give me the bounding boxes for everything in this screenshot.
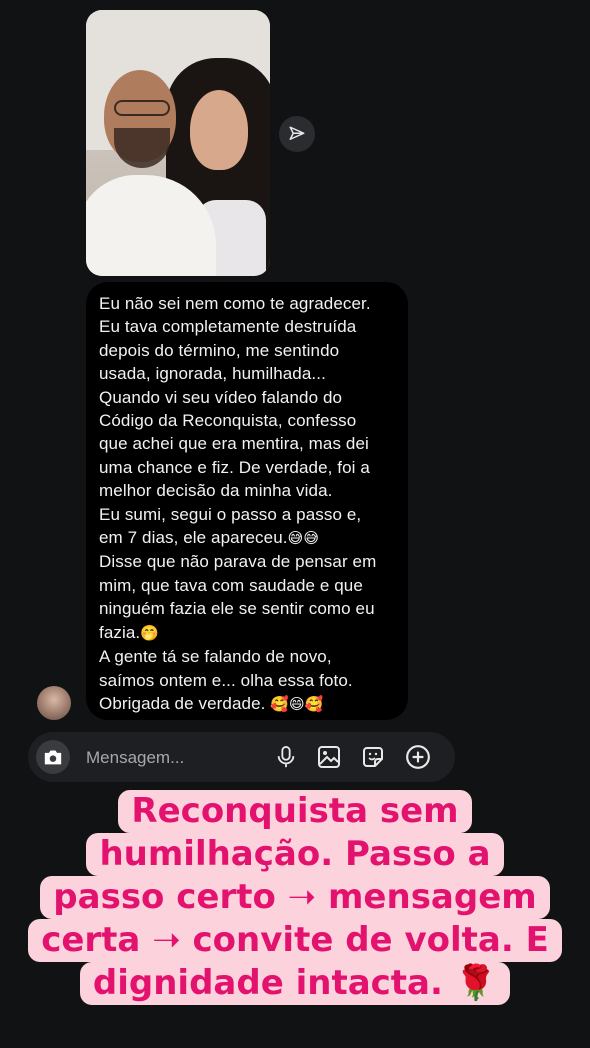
message-bubble[interactable]: Eu não sei nem como te agradecer. Eu tav… — [86, 282, 408, 720]
send-icon — [289, 126, 305, 140]
message-line: ninguém fazia ele se sentir como eu — [99, 599, 375, 619]
message-line: depois do término, me sentindo — [99, 340, 340, 360]
message-line: Código da Reconquista, confesso — [99, 411, 357, 431]
add-button[interactable] — [404, 743, 432, 771]
message-text: fazia. — [99, 622, 141, 642]
message-line: usada, ignorada, humilhada... — [99, 364, 326, 384]
message-line: Quando vi seu vídeo falando do — [99, 387, 343, 407]
message-text: Obrigada de verdade. — [99, 693, 266, 713]
sticker-button[interactable] — [359, 743, 387, 771]
message-line-with-emoji: em 7 dias, ele apareceu.😅😅 — [99, 526, 398, 550]
microphone-button[interactable] — [272, 743, 300, 771]
caption-line-with-emoji: dignidade intacta. 🌹 — [79, 962, 511, 1005]
caption-text: dignidade intacta. — [92, 963, 443, 1003]
message-composer — [28, 732, 455, 782]
message-text: em 7 dias, ele apareceu. — [99, 528, 288, 548]
message-line: Disse que não parava de pensar em — [99, 552, 377, 572]
camera-icon — [44, 750, 62, 765]
share-button[interactable] — [279, 116, 315, 152]
image-icon — [318, 746, 340, 768]
microphone-icon — [277, 746, 295, 768]
photo-woman-face — [190, 90, 248, 170]
message-line: mim, que tava com saudade e que — [99, 575, 363, 595]
message-line: Eu sumi, segui o passo a passo e, — [99, 504, 362, 524]
plus-circle-icon — [406, 745, 430, 769]
hand-over-mouth-emoji: 🤭 — [140, 623, 160, 642]
message-line: que achei que era mentira, mas dei — [99, 434, 369, 454]
message-input[interactable] — [84, 742, 268, 774]
camera-button[interactable] — [36, 740, 70, 774]
rose-emoji: 🌹 — [454, 963, 498, 1003]
message-line-with-emoji: fazia.🤭 — [99, 621, 398, 645]
message-line: A gente tá se falando de novo, — [99, 647, 332, 667]
caption-line: Reconquista sem — [118, 790, 472, 833]
avatar[interactable] — [37, 686, 71, 720]
photo-beard — [114, 128, 170, 168]
message-line: melhor decisão da minha vida. — [99, 481, 333, 501]
message-line-with-emoji: Obrigada de verdade. 🥰😄🥰 — [99, 692, 398, 716]
message-line: Eu tava completamente destruída — [99, 317, 357, 337]
gallery-button[interactable] — [315, 743, 343, 771]
caption-line: passo certo ➝ mensagem — [40, 876, 550, 919]
smiling-hearts-emoji: 🥰😄🥰 — [270, 694, 324, 713]
message-line: Eu não sei nem como te agradecer. — [99, 294, 371, 313]
caption-line: certa ➝ convite de volta. E — [28, 919, 562, 962]
shared-photo[interactable] — [86, 10, 270, 276]
sweat-smile-emoji: 😅😅 — [287, 529, 320, 548]
caption-overlay: Reconquista sem humilhação. Passo a pass… — [0, 790, 590, 1005]
message-line: saímos ontem e... olha essa foto. — [99, 670, 353, 690]
caption-line: humilhação. Passo a — [86, 833, 504, 876]
sticker-icon — [363, 747, 383, 767]
message-line: uma chance e fiz. De verdade, foi a — [99, 457, 370, 477]
photo-glasses — [114, 100, 170, 116]
